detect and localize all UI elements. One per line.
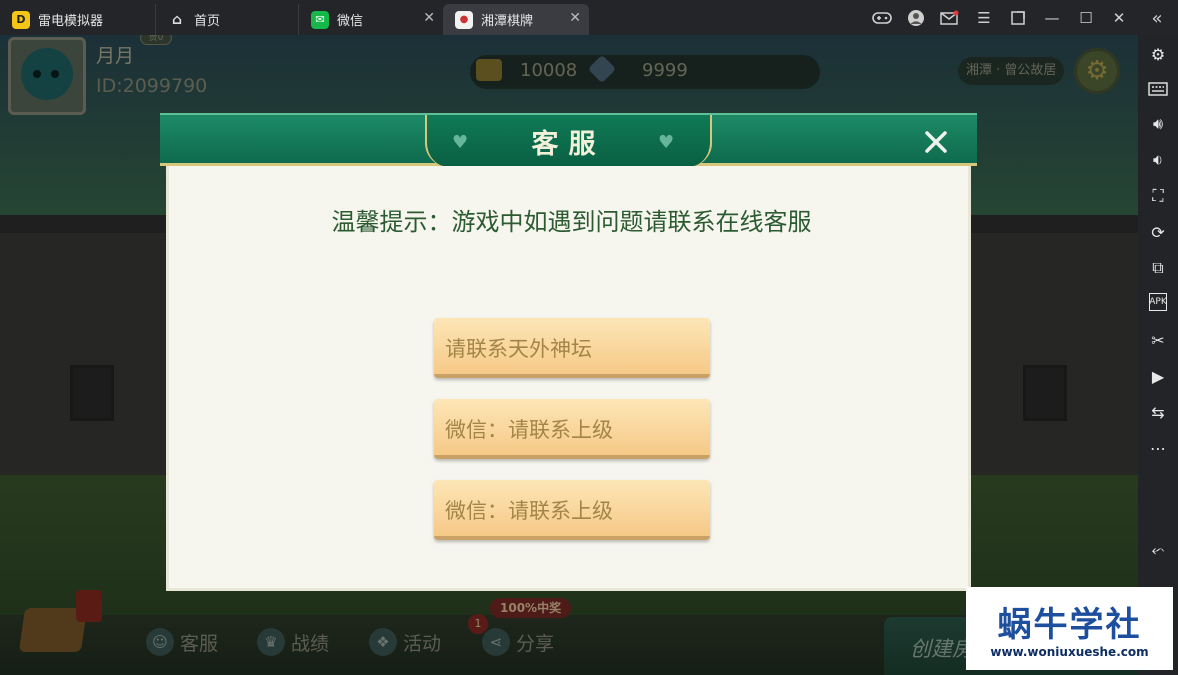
mahjong-tile-icon: ● — [455, 10, 473, 29]
screenshot-icon[interactable]: ⛶ — [1146, 185, 1170, 207]
dialog-body: 温馨提示：游戏中如遇到问题请联系在线客服 请联系天外神坛 微信：请联系上级 微信… — [166, 166, 971, 591]
close-tab-icon[interactable]: ✕ — [423, 10, 435, 26]
home-icon: ⌂ — [171, 11, 183, 28]
mail-icon[interactable] — [938, 7, 960, 29]
leidian-logo-icon: D — [12, 10, 30, 29]
rotate-icon[interactable]: ⟳ — [1146, 221, 1170, 243]
tab-label: 微信 — [337, 14, 364, 29]
tab-label: 首页 — [194, 14, 221, 29]
apk-install-icon[interactable]: APK — [1149, 293, 1167, 311]
tab-wechat[interactable]: ✉ 微信 ✕ — [298, 4, 443, 35]
wechat-icon: ✉ — [311, 10, 329, 29]
tab-label: 雷电模拟器 — [38, 14, 104, 29]
watermark-url: www.woniuxueshe.com — [990, 645, 1149, 659]
contact-button-wechat[interactable]: 微信：请联系上级 — [434, 480, 710, 540]
emulator-titlebar: D 雷电模拟器 ⌂ 首页 ✉ 微信 ✕ ● 湘潭棋牌 ✕ ☰ — ☐ ✕ « — [0, 0, 1178, 35]
tab-label: 湘潭棋牌 — [481, 14, 534, 29]
close-icon — [925, 131, 947, 153]
dialog-notice-text: 温馨提示：游戏中如遇到问题请联系在线客服 — [331, 208, 812, 236]
customer-service-dialog: ♥ ♥ 客服 温馨提示：游戏中如遇到问题请联系在线客服 请联系天外神坛 微信：请… — [160, 113, 977, 591]
tab-home[interactable]: ⌂ 首页 — [155, 4, 298, 35]
close-dialog-button[interactable] — [912, 121, 960, 163]
close-tab-icon[interactable]: ✕ — [569, 10, 581, 26]
site-watermark: 蜗牛学社 www.woniuxueshe.com — [966, 587, 1173, 670]
menu-icon[interactable]: ☰ — [973, 7, 995, 29]
back-icon[interactable]: ⬿ — [1146, 539, 1170, 561]
keyboard-icon[interactable] — [1146, 78, 1170, 100]
volume-down-icon[interactable]: 🔉︎ — [1146, 149, 1170, 171]
record-icon[interactable]: ▶ — [1146, 365, 1170, 387]
contact-button-forum[interactable]: 请联系天外神坛 — [434, 318, 710, 378]
sync-icon[interactable]: ⇆ — [1146, 401, 1170, 423]
volume-up-icon[interactable]: 🔊︎ — [1146, 113, 1170, 135]
dialog-header: ♥ ♥ 客服 — [160, 113, 977, 167]
contact-button-wechat[interactable]: 微信：请联系上级 — [434, 399, 710, 459]
game-viewport: 贵0 月月 ID:2099790 10008 9999 湘潭 · 曾公故居 ⚙ … — [0, 35, 1138, 675]
emulator-sidebar: ⚙ 🔊︎ 🔉︎ ⛶ ⟳ ⧉ APK ✂ ▶ ⇆ ⋯ ⬿ — [1138, 35, 1178, 675]
account-icon[interactable] — [905, 7, 927, 29]
settings-icon[interactable]: ⚙ — [1146, 43, 1170, 65]
tab-emulator-home[interactable]: D 雷电模拟器 — [0, 4, 155, 35]
dialog-title: 客服 — [531, 129, 606, 160]
close-icon[interactable]: ✕ — [1108, 7, 1130, 29]
multi-instance-icon[interactable]: ⧉ — [1146, 257, 1170, 279]
popout-icon[interactable] — [1007, 7, 1029, 29]
minimize-icon[interactable]: — — [1041, 7, 1063, 29]
maximize-icon[interactable]: ☐ — [1075, 7, 1097, 29]
gamepad-icon[interactable] — [871, 7, 893, 29]
collapse-sidebar-icon[interactable]: « — [1146, 7, 1168, 29]
scissors-icon[interactable]: ✂ — [1146, 329, 1170, 351]
more-icon[interactable]: ⋯ — [1146, 437, 1170, 459]
tab-game[interactable]: ● 湘潭棋牌 ✕ — [443, 4, 589, 35]
watermark-title: 蜗牛学社 — [997, 605, 1142, 645]
